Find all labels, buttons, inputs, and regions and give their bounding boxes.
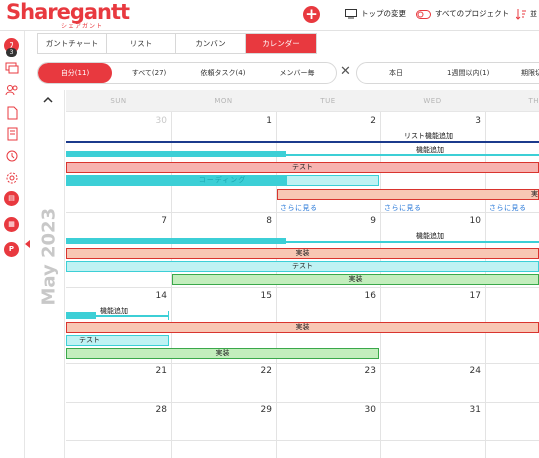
calendar-icon[interactable]: ▦ xyxy=(4,217,19,232)
filter-overdue[interactable]: 期限切 xyxy=(521,63,539,83)
task-bar-impl-green[interactable]: 実装 xyxy=(66,348,379,359)
top-change-label: トップの変更 xyxy=(361,9,406,18)
day-number[interactable]: 28 xyxy=(147,405,167,415)
task-label-list-feature[interactable]: リスト機能追加 xyxy=(404,132,453,141)
task-bar-end-marker xyxy=(168,311,169,320)
left-rail: ﾌ 3 ▤ ▦ P xyxy=(0,31,25,458)
task-bar-impl[interactable]: 実装 xyxy=(66,248,539,259)
day-number[interactable]: 17 xyxy=(461,291,481,301)
view-tabs: ガントチャート リスト カンバン カレンダー xyxy=(37,33,317,54)
coding-label: コーディング xyxy=(198,176,247,184)
see-more-link[interactable]: さらに見る xyxy=(489,203,527,213)
members-icon[interactable] xyxy=(5,83,19,97)
toggle-icon xyxy=(416,9,431,19)
previous-month-icon[interactable] xyxy=(43,96,53,104)
day-number[interactable]: 23 xyxy=(356,366,376,376)
day-number[interactable]: 3 xyxy=(461,116,481,126)
tab-calendar[interactable]: カレンダー xyxy=(246,34,316,53)
chat-icon[interactable] xyxy=(5,61,19,75)
day-number[interactable]: 30 xyxy=(356,405,376,415)
all-projects-label: すべてのプロジェクト xyxy=(435,9,510,18)
day-number[interactable]: 16 xyxy=(356,291,376,301)
task-bar-test[interactable]: テスト xyxy=(66,162,539,173)
task-bar-feature-add[interactable] xyxy=(96,315,169,317)
weekday-wed: WED xyxy=(423,97,442,105)
month-label: May 2023 xyxy=(38,207,60,306)
task-bar-feature-add-progress[interactable] xyxy=(66,238,286,244)
all-projects-toggle[interactable]: すべてのプロジェクト xyxy=(416,8,509,20)
coding-progress-fill xyxy=(67,176,287,185)
task-bar-feature-add-progress[interactable] xyxy=(66,151,286,157)
monitor-icon xyxy=(345,9,357,19)
day-number[interactable]: 8 xyxy=(252,216,272,226)
app-window: Sharegantt シェアガント + トップの変更 すべてのプロジェクト 並 … xyxy=(0,0,539,458)
task-bar-impl-week1[interactable]: 実 xyxy=(277,189,539,200)
top-change-button[interactable]: トップの変更 xyxy=(345,8,406,20)
notification-badge: 3 xyxy=(6,48,17,57)
collapse-caret-icon[interactable] xyxy=(25,240,30,248)
weekday-header: SUN MON TUE WED TH xyxy=(66,90,539,112)
task-bar-feature-add-progress[interactable] xyxy=(66,312,96,319)
sort-icon xyxy=(516,9,526,20)
day-number[interactable]: 31 xyxy=(461,405,481,415)
task-bar-feature-add[interactable] xyxy=(286,154,539,156)
day-number[interactable]: 10 xyxy=(461,216,481,226)
day-number[interactable]: 14 xyxy=(147,291,167,301)
filter-today[interactable]: 本日 xyxy=(389,63,403,83)
sort-label: 並 xyxy=(530,10,537,18)
task-bar-impl[interactable]: 実装 xyxy=(66,322,539,333)
grid-line xyxy=(66,363,539,364)
day-number[interactable]: 7 xyxy=(147,216,167,226)
filter-requested[interactable]: 依頼タスク(4) xyxy=(186,63,260,83)
filter-by-member[interactable]: メンバー毎 xyxy=(260,63,334,83)
task-label-feature-add[interactable]: 機能追加 xyxy=(416,232,444,241)
sort-button[interactable]: 並 xyxy=(516,8,537,20)
filter-mine[interactable]: 自分(11) xyxy=(38,63,112,83)
day-number[interactable]: 24 xyxy=(461,366,481,376)
filter-all[interactable]: すべて(27) xyxy=(112,63,186,83)
day-number[interactable]: 30 xyxy=(147,116,167,126)
add-button[interactable]: + xyxy=(303,6,320,23)
weekday-thu: TH xyxy=(528,97,539,105)
weekday-tue: TUE xyxy=(320,97,336,105)
day-number[interactable]: 15 xyxy=(252,291,272,301)
clear-filter-icon[interactable]: ✕ xyxy=(340,64,351,80)
task-bar-test[interactable]: テスト xyxy=(66,335,169,346)
filter-within-week[interactable]: 1週間以内(1) xyxy=(447,63,489,83)
task-bar-list-feature[interactable] xyxy=(66,141,539,143)
project-icon[interactable]: P xyxy=(4,242,19,257)
day-number[interactable]: 9 xyxy=(356,216,376,226)
task-bar-feature-add[interactable] xyxy=(286,241,539,243)
history-icon[interactable] xyxy=(5,149,19,163)
weekday-sun: SUN xyxy=(110,97,127,105)
task-bar-coding[interactable]: コーディング xyxy=(66,175,379,186)
task-bar-test[interactable]: テスト xyxy=(66,261,539,272)
day-number[interactable]: 21 xyxy=(147,366,167,376)
assignee-filter: 自分(11) すべて(27) 依頼タスク(4) メンバー毎 xyxy=(37,62,337,84)
date-filter: 本日 1週間以内(1) 期限切 xyxy=(356,62,539,84)
see-more-link[interactable]: さらに見る xyxy=(280,203,318,213)
header: Sharegantt シェアガント + トップの変更 すべてのプロジェクト 並 xyxy=(0,0,539,31)
tab-gantt[interactable]: ガントチャート xyxy=(38,34,107,53)
day-number[interactable]: 1 xyxy=(252,116,272,126)
logo-subtitle: シェアガント xyxy=(61,23,104,30)
day-number[interactable]: 29 xyxy=(252,405,272,415)
day-number[interactable]: 22 xyxy=(252,366,272,376)
notebook-icon[interactable] xyxy=(5,127,19,141)
day-number[interactable]: 2 xyxy=(356,116,376,126)
grid-line xyxy=(66,440,539,441)
logo: Sharegantt xyxy=(6,0,130,24)
tab-list[interactable]: リスト xyxy=(107,34,176,53)
task-bar-impl-green[interactable]: 実装 xyxy=(172,274,539,285)
tab-kanban[interactable]: カンバン xyxy=(176,34,246,53)
grid-line xyxy=(66,402,539,403)
grid-line xyxy=(66,287,539,288)
weekday-mon: MON xyxy=(214,97,233,105)
see-more-link[interactable]: さらに見る xyxy=(384,203,422,213)
document-icon[interactable] xyxy=(5,106,19,120)
archive-icon[interactable]: ▤ xyxy=(4,191,19,206)
settings-gear-icon[interactable] xyxy=(5,171,19,185)
